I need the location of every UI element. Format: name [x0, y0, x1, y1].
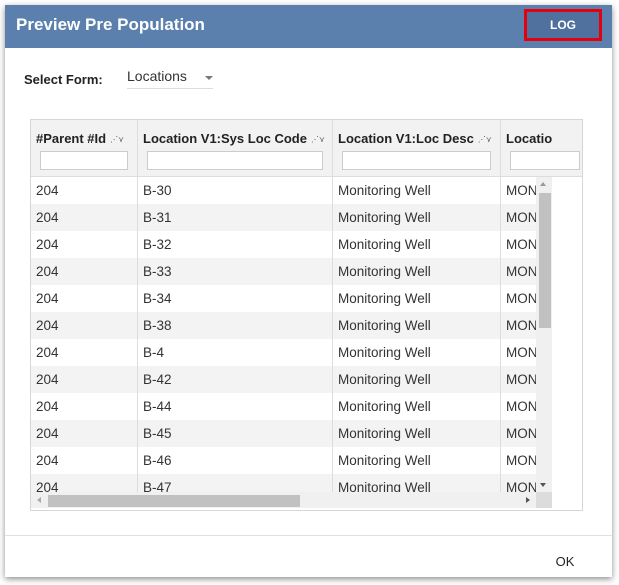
table-cell: B-31	[138, 204, 333, 231]
column-label: Location V1:Loc Desc	[338, 131, 474, 146]
table-row[interactable]: 204 B-38 Monitoring Well MON	[31, 312, 536, 339]
horizontal-scroll-thumb[interactable]	[48, 495, 300, 507]
table-cell: Monitoring Well	[333, 366, 501, 393]
table-cell: B-45	[138, 420, 333, 447]
dialog-header: Preview Pre Population LOG	[5, 5, 612, 48]
table-cell: MON	[506, 345, 536, 360]
filter-input-sys-loc-code[interactable]	[147, 151, 323, 170]
table-cell: 204	[31, 339, 138, 366]
table-cell: Monitoring Well	[333, 204, 501, 231]
column-header-location[interactable]: Locatio	[501, 120, 582, 176]
table-cell: Monitoring Well	[333, 447, 501, 474]
scroll-down-icon[interactable]	[540, 483, 546, 487]
column-header-loc-desc[interactable]: Location V1:Loc Desc ⋰⋎	[333, 120, 501, 176]
form-select-value: Locations	[127, 68, 187, 84]
table-cell: 204	[31, 258, 138, 285]
grid-header: #Parent #Id ⋰⋎ Location V1:Sys Loc Code ⋰⋎…	[31, 120, 582, 177]
table-cell: Monitoring Well	[333, 420, 501, 447]
column-label: Location V1:Sys Loc Code	[143, 131, 307, 146]
table-cell: B-32	[138, 231, 333, 258]
table-cell: B-47	[138, 474, 333, 492]
filter-input-loc-desc[interactable]	[342, 151, 491, 170]
table-cell: 204	[31, 366, 138, 393]
table-cell: B-30	[138, 177, 333, 204]
table-cell: Monitoring Well	[333, 474, 501, 492]
table-cell: MON	[506, 426, 536, 441]
table-cell: MON	[506, 291, 536, 306]
vertical-scroll-thumb[interactable]	[539, 193, 551, 328]
table-row[interactable]: 204 B-32 Monitoring Well MON	[31, 231, 536, 258]
scroll-left-icon[interactable]	[37, 497, 41, 503]
table-cell: MON	[506, 453, 536, 468]
scroll-up-icon[interactable]	[540, 182, 546, 186]
sort-icon[interactable]: ⋰⋎	[110, 135, 124, 144]
table-row[interactable]: 204 B-46 Monitoring Well MON	[31, 447, 536, 474]
table-row[interactable]: 204 B-34 Monitoring Well MON	[31, 285, 536, 312]
ok-button[interactable]: OK	[545, 550, 585, 572]
table-cell: B-4	[138, 339, 333, 366]
table-cell: 204	[31, 474, 138, 492]
log-button[interactable]: LOG	[524, 9, 602, 41]
form-select[interactable]: Locations	[127, 65, 213, 89]
dialog-title: Preview Pre Population	[16, 15, 205, 34]
column-label: Locatio	[506, 131, 553, 146]
table-row[interactable]: 204 B-31 Monitoring Well MON	[31, 204, 536, 231]
table-cell: B-33	[138, 258, 333, 285]
table-cell: B-34	[138, 285, 333, 312]
table-row[interactable]: 204 B-33 Monitoring Well MON	[31, 258, 536, 285]
table-cell: 204	[31, 285, 138, 312]
vertical-scrollbar[interactable]	[536, 177, 552, 492]
table-row[interactable]: 204 B-30 Monitoring Well MON	[31, 177, 536, 204]
table-cell: 204	[31, 177, 138, 204]
table-cell: MON	[506, 372, 536, 387]
table-row[interactable]: 204 B-47 Monitoring Well MON	[31, 474, 536, 492]
horizontal-scrollbar[interactable]	[31, 492, 536, 508]
table-cell: MON	[506, 183, 536, 198]
table-cell: B-38	[138, 312, 333, 339]
table-cell: Monitoring Well	[333, 177, 501, 204]
table-cell: MON	[506, 399, 536, 414]
table-cell: Monitoring Well	[333, 285, 501, 312]
column-header-sys-loc-code[interactable]: Location V1:Sys Loc Code ⋰⋎	[138, 120, 333, 176]
table-cell: MON	[506, 237, 536, 252]
table-row[interactable]: 204 B-42 Monitoring Well MON	[31, 366, 536, 393]
table-cell: 204	[31, 231, 138, 258]
chevron-down-icon	[205, 76, 213, 80]
table-cell: 204	[31, 204, 138, 231]
table-row[interactable]: 204 B-4 Monitoring Well MON	[31, 339, 536, 366]
table-row[interactable]: 204 B-45 Monitoring Well MON	[31, 420, 536, 447]
preview-grid: #Parent #Id ⋰⋎ Location V1:Sys Loc Code ⋰⋎…	[30, 119, 583, 511]
sort-icon[interactable]: ⋰⋎	[478, 135, 492, 144]
scrollbar-corner	[536, 492, 552, 508]
filter-input-parent-id[interactable]	[40, 151, 128, 170]
footer-divider	[5, 535, 612, 536]
table-cell: Monitoring Well	[333, 393, 501, 420]
scroll-right-icon[interactable]	[526, 497, 530, 503]
table-cell: Monitoring Well	[333, 231, 501, 258]
column-header-parent-id[interactable]: #Parent #Id ⋰⋎	[31, 120, 138, 176]
table-row[interactable]: 204 B-44 Monitoring Well MON	[31, 393, 536, 420]
table-cell: Monitoring Well	[333, 312, 501, 339]
filter-input-location[interactable]	[510, 151, 580, 170]
table-cell: B-46	[138, 447, 333, 474]
table-cell: 204	[31, 312, 138, 339]
table-cell: MON	[506, 318, 536, 333]
table-cell: B-44	[138, 393, 333, 420]
preview-dialog: Preview Pre Population LOG Select Form: …	[5, 5, 612, 577]
table-cell: Monitoring Well	[333, 258, 501, 285]
select-form-label: Select Form:	[24, 72, 103, 87]
table-cell: MON	[506, 480, 536, 492]
table-cell: MON	[506, 210, 536, 225]
column-label: #Parent #Id	[36, 131, 107, 146]
grid-body: 204 B-30 Monitoring Well MON 204 B-31 Monitori…	[31, 177, 536, 492]
table-cell: Monitoring Well	[333, 339, 501, 366]
table-cell: B-42	[138, 366, 333, 393]
table-cell: 204	[31, 420, 138, 447]
sort-icon[interactable]: ⋰⋎	[311, 135, 325, 144]
table-cell: 204	[31, 447, 138, 474]
table-cell: 204	[31, 393, 138, 420]
table-cell: MON	[506, 264, 536, 279]
